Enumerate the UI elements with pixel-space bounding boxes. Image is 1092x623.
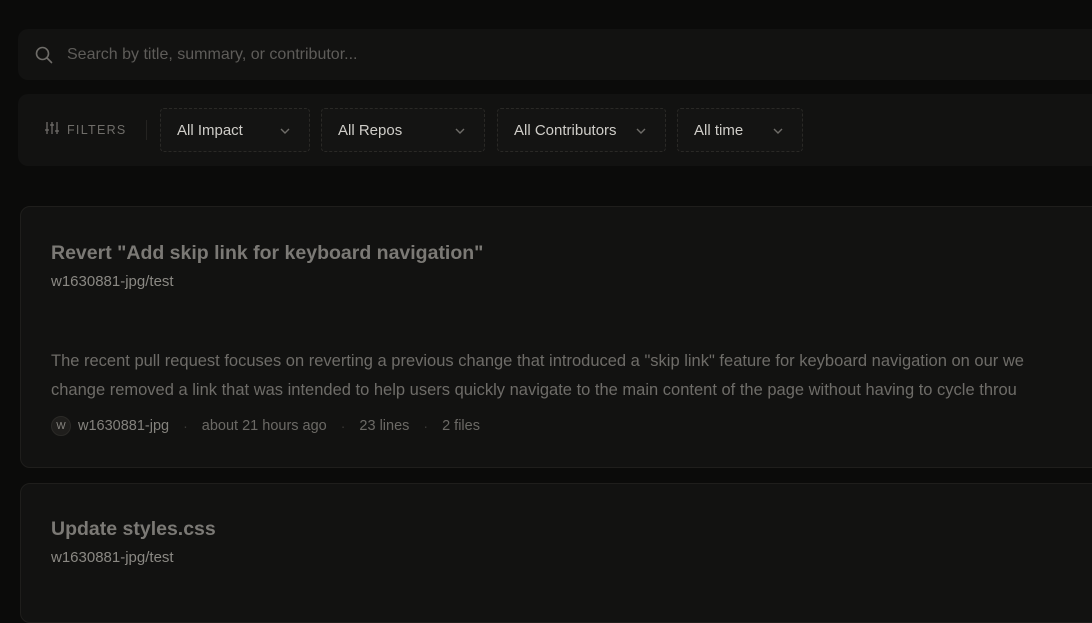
time-filter-value: All time [694, 121, 744, 139]
chevron-down-icon [636, 128, 646, 134]
repos-filter-value: All Repos [338, 121, 403, 139]
pr-summary-line: The recent pull request focuses on rever… [51, 352, 1024, 370]
pr-author[interactable]: w1630881-jpg [78, 418, 169, 434]
pr-lines: 23 lines [359, 418, 410, 434]
separator-dot: · [183, 418, 188, 434]
time-filter-select[interactable]: All time [677, 108, 803, 152]
chevron-down-icon [280, 128, 290, 134]
impact-filter-value: All Impact [177, 121, 243, 139]
chevron-down-icon [773, 128, 783, 134]
pr-time: about 21 hours ago [201, 418, 327, 434]
search-icon [35, 46, 53, 64]
filters-bar: FILTERS All Impact All Repos All Contrib… [18, 94, 1092, 166]
separator-dot: · [340, 418, 346, 434]
pr-summary: The recent pull request focuses on rever… [51, 347, 1092, 405]
filters-label: FILTERS [45, 121, 127, 138]
pr-card[interactable]: Revert "Add skip link for keyboard navig… [20, 206, 1092, 468]
impact-filter-select[interactable]: All Impact [160, 108, 310, 152]
separator-dot: · [423, 418, 429, 434]
repos-filter-select[interactable]: All Repos [321, 108, 485, 152]
contributors-filter-value: All Contributors [514, 121, 617, 139]
search-bar [18, 29, 1092, 80]
pr-title[interactable]: Update styles.css [51, 518, 216, 541]
search-input[interactable] [65, 44, 965, 65]
avatar: W [51, 416, 71, 436]
filters-label-text: FILTERS [67, 122, 127, 137]
pr-summary-line: change removed a link that was intended … [51, 381, 1017, 399]
filters-divider [146, 120, 147, 140]
pr-repo: w1630881-jpg/test [51, 549, 174, 566]
pr-repo: w1630881-jpg/test [51, 273, 174, 290]
chevron-down-icon [455, 128, 465, 134]
pr-files: 2 files [442, 418, 480, 434]
pr-meta: W w1630881-jpg · about 21 hours ago · 23… [51, 416, 480, 436]
contributors-filter-select[interactable]: All Contributors [497, 108, 666, 152]
pr-title[interactable]: Revert "Add skip link for keyboard navig… [51, 242, 483, 265]
pr-card[interactable]: Update styles.css w1630881-jpg/test [20, 483, 1092, 623]
sliders-icon [45, 121, 59, 138]
